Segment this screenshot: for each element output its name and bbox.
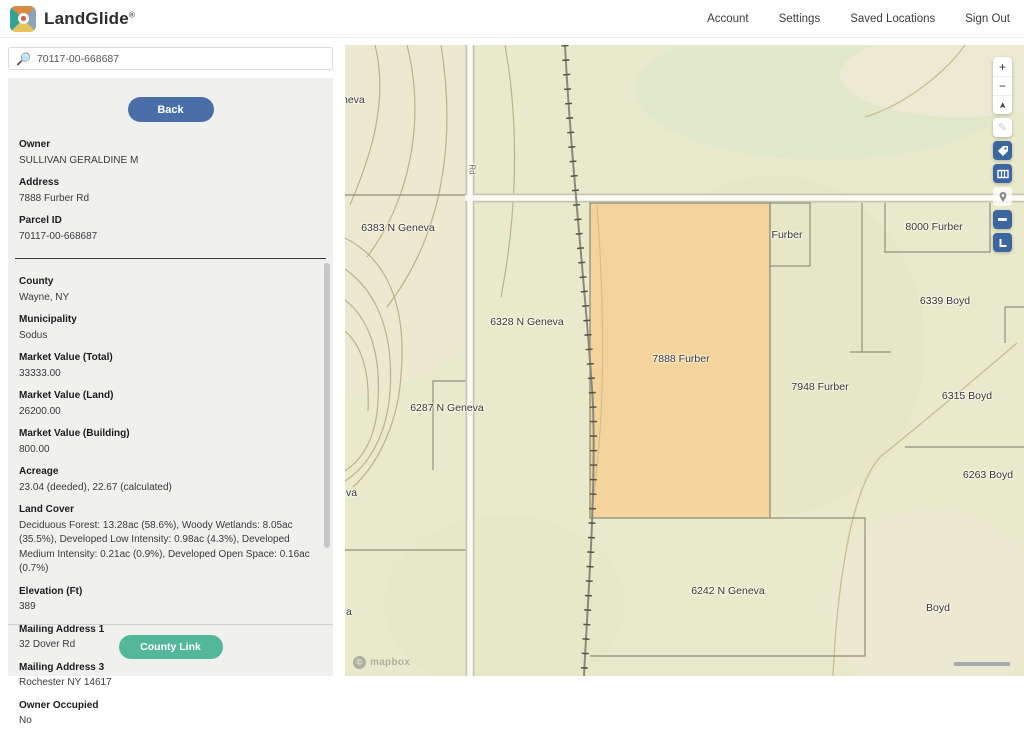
zoom-out-button[interactable]: − bbox=[993, 76, 1012, 95]
field-value: 7888 Furber Rd bbox=[19, 192, 322, 207]
parcel-label: a bbox=[346, 606, 352, 618]
parcel-label: 6315 Boyd bbox=[942, 390, 992, 402]
zoom-control-group: + − ➤ bbox=[993, 57, 1012, 114]
parcel-label: 7948 Furber bbox=[791, 381, 848, 393]
field-label: Address bbox=[19, 177, 322, 190]
brand-name: LandGlide® bbox=[44, 9, 135, 29]
minus-icon bbox=[998, 218, 1007, 221]
mapbox-attribution: © mapbox bbox=[353, 656, 410, 669]
draw-button[interactable]: ✎ bbox=[993, 118, 1012, 137]
compass-button[interactable]: ➤ bbox=[993, 95, 1012, 114]
field-parcel-id: Parcel ID 70117-00-668687 bbox=[19, 215, 322, 244]
parcel-label: Geneva bbox=[345, 94, 365, 106]
parcel-label: 6383 N Geneva bbox=[361, 222, 435, 234]
parcel-label: 8000 Furber bbox=[905, 221, 962, 233]
field-label: Owner bbox=[19, 139, 322, 152]
sidebar: 🔍 Back Owner SULLIVAN GERALDINE M Addres… bbox=[0, 38, 345, 676]
map-canvas[interactable]: Geneva 6383 N Geneva 6328 N Geneva 6287 … bbox=[345, 45, 1024, 676]
field-owner: Owner SULLIVAN GERALDINE M bbox=[19, 139, 322, 168]
l-shape-icon bbox=[997, 237, 1009, 249]
parcel-label: Furber bbox=[772, 229, 803, 241]
corner-tool-button[interactable] bbox=[993, 233, 1012, 252]
field-value: 800.00 bbox=[19, 443, 322, 458]
field-label: Acreage bbox=[19, 466, 322, 479]
parcel-label: 6263 Boyd bbox=[963, 469, 1013, 481]
field-value: 26200.00 bbox=[19, 405, 322, 420]
parcel-label: 6287 N Geneva bbox=[410, 402, 484, 414]
collapse-button[interactable] bbox=[993, 210, 1012, 229]
field-owner-occupied: Owner Occupied No bbox=[19, 700, 322, 729]
parcel-label: 6328 N Geneva bbox=[490, 316, 564, 328]
field-value: Deciduous Forest: 13.28ac (58.6%), Woody… bbox=[19, 519, 322, 577]
field-value: 23.04 (deeded), 22.67 (calculated) bbox=[19, 481, 322, 496]
panel-footer: County Link bbox=[8, 624, 333, 676]
field-value: Rochester NY 14617 bbox=[19, 676, 322, 691]
header-nav: Account Settings Saved Locations Sign Ou… bbox=[707, 13, 1010, 25]
parcel-label: va bbox=[346, 487, 357, 499]
location-pin-icon bbox=[997, 191, 1009, 203]
measure-button[interactable] bbox=[993, 164, 1012, 183]
grid-icon bbox=[997, 168, 1009, 180]
mapbox-logo-icon: © bbox=[353, 656, 366, 669]
field-county: County Wayne, NY bbox=[19, 276, 322, 305]
county-link-button[interactable]: County Link bbox=[119, 635, 223, 659]
road-label: Rd bbox=[468, 164, 477, 174]
field-label: Land Cover bbox=[19, 504, 322, 517]
field-value: Sodus bbox=[19, 329, 322, 344]
field-value: 389 bbox=[19, 600, 322, 615]
zoom-in-button[interactable]: + bbox=[993, 57, 1012, 76]
landglide-logo-icon bbox=[10, 6, 36, 32]
field-municipality: Municipality Sodus bbox=[19, 314, 322, 343]
parcel-label: Boyd bbox=[926, 602, 950, 614]
parcel-label: 6339 Boyd bbox=[920, 295, 970, 307]
search-input[interactable] bbox=[37, 53, 325, 65]
field-value: SULLIVAN GERALDINE M bbox=[19, 154, 322, 169]
field-value: 33333.00 bbox=[19, 367, 322, 382]
field-label: Owner Occupied bbox=[19, 700, 322, 713]
field-label: Market Value (Land) bbox=[19, 390, 322, 403]
map-controls: + − ➤ ✎ bbox=[993, 57, 1012, 252]
back-button[interactable]: Back bbox=[128, 97, 214, 122]
field-value: Wayne, NY bbox=[19, 291, 322, 306]
pencil-icon: ✎ bbox=[998, 121, 1007, 134]
field-land-cover: Land Cover Deciduous Forest: 13.28ac (58… bbox=[19, 504, 322, 577]
parcel-label: 6242 N Geneva bbox=[691, 585, 765, 597]
field-market-value-building: Market Value (Building) 800.00 bbox=[19, 428, 322, 457]
nav-saved-locations[interactable]: Saved Locations bbox=[850, 13, 935, 25]
registered-mark: ® bbox=[129, 10, 135, 19]
field-label: Market Value (Building) bbox=[19, 428, 322, 441]
field-value: 70117-00-668687 bbox=[19, 230, 322, 245]
field-market-value-total: Market Value (Total) 33333.00 bbox=[19, 352, 322, 381]
field-label: County bbox=[19, 276, 322, 289]
field-address: Address 7888 Furber Rd bbox=[19, 177, 322, 206]
parcel-detail-panel: Back Owner SULLIVAN GERALDINE M Address … bbox=[8, 78, 333, 676]
field-label: Market Value (Total) bbox=[19, 352, 322, 365]
tag-icon bbox=[997, 145, 1009, 157]
nav-sign-out[interactable]: Sign Out bbox=[965, 13, 1010, 25]
mapbox-wordmark: mapbox bbox=[370, 657, 410, 668]
app-header: LandGlide® Account Settings Saved Locati… bbox=[0, 0, 1024, 38]
nav-settings[interactable]: Settings bbox=[779, 13, 821, 25]
field-acreage: Acreage 23.04 (deeded), 22.67 (calculate… bbox=[19, 466, 322, 495]
nav-account[interactable]: Account bbox=[707, 13, 749, 25]
brand: LandGlide® bbox=[10, 6, 135, 32]
field-value: No bbox=[19, 714, 322, 729]
field-elevation: Elevation (Ft) 389 bbox=[19, 586, 322, 615]
summary-fields: Owner SULLIVAN GERALDINE M Address 7888 … bbox=[8, 122, 333, 244]
field-label: Parcel ID bbox=[19, 215, 322, 228]
field-label: Municipality bbox=[19, 314, 322, 327]
panel-scrollbar[interactable] bbox=[324, 263, 330, 548]
field-label: Elevation (Ft) bbox=[19, 586, 322, 599]
highlighted-parcel-label: 7888 Furber bbox=[652, 353, 709, 365]
parcel-labels-button[interactable] bbox=[993, 141, 1012, 160]
search-bar[interactable]: 🔍 bbox=[8, 47, 333, 70]
map-scale-bar bbox=[954, 662, 1010, 666]
field-market-value-land: Market Value (Land) 26200.00 bbox=[19, 390, 322, 419]
gps-location-button[interactable] bbox=[993, 187, 1012, 206]
compass-icon: ➤ bbox=[997, 101, 1008, 109]
search-icon: 🔍 bbox=[16, 53, 31, 65]
